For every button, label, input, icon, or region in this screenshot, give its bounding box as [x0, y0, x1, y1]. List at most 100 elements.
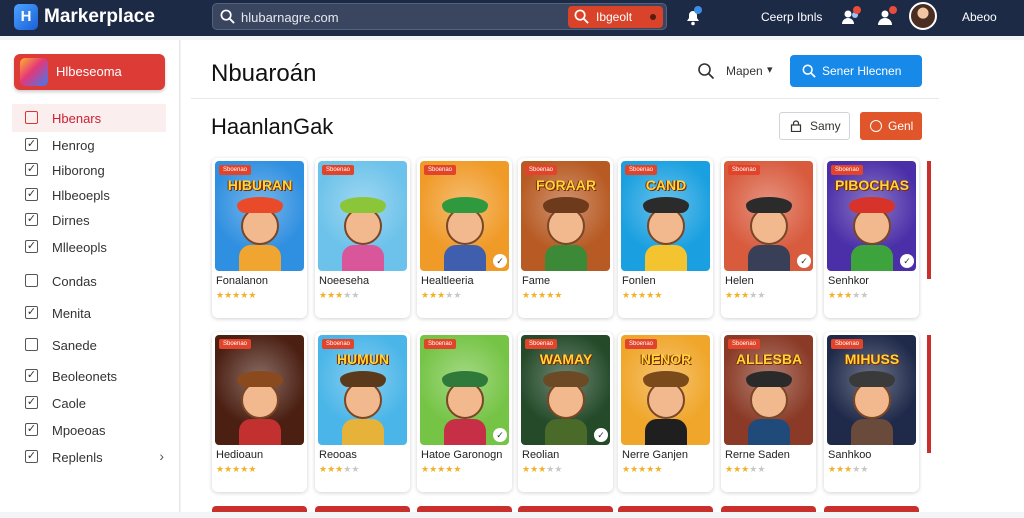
- character-body: [444, 245, 486, 271]
- game-card[interactable]: WAMAY Sboenao ✓ Reolian ★★★★★: [518, 332, 613, 492]
- star-icon: ★: [836, 464, 845, 474]
- game-art[interactable]: HUMUN Sboenao: [318, 335, 407, 445]
- filter-item[interactable]: Condas: [12, 267, 166, 295]
- game-card[interactable]: [824, 506, 919, 512]
- game-card[interactable]: NENOR Sboenao Nerre Ganjen ★★★★★: [618, 332, 713, 492]
- filter-label: Condas: [52, 274, 97, 289]
- filter-item[interactable]: Sanede: [12, 331, 166, 359]
- game-art[interactable]: Sboenao ✓: [420, 335, 509, 445]
- game-art[interactable]: Sboenao ✓: [420, 161, 509, 271]
- filter-item[interactable]: ✓ Replenls ›: [12, 443, 166, 471]
- star-icon: ★: [327, 464, 336, 474]
- game-card[interactable]: [417, 506, 512, 512]
- filter-item[interactable]: ✓ Hiborong: [12, 156, 166, 184]
- character-body: [239, 419, 281, 445]
- orange-button-label: Genl: [888, 119, 914, 133]
- game-art[interactable]: ALLESBA Sboenao: [724, 335, 813, 445]
- avatar[interactable]: [909, 2, 937, 30]
- brand-name[interactable]: Markerplace: [44, 6, 155, 28]
- game-card[interactable]: PIBOCHAS Sboenao ✓ Senhkor ★★★★★: [824, 158, 919, 318]
- checkbox[interactable]: [25, 338, 38, 351]
- character-hat: [643, 371, 689, 387]
- game-art[interactable]: HIBURAN Sboenao: [215, 161, 304, 271]
- star-icon: ★: [622, 290, 631, 300]
- game-card[interactable]: HIBURAN Sboenao Fonalanon ★★★★★: [212, 158, 307, 318]
- filter-item[interactable]: ✓ Beoleonets: [12, 362, 166, 390]
- checkbox[interactable]: ✓: [25, 423, 38, 436]
- search-bar[interactable]: Ibgeolt: [212, 3, 667, 30]
- game-card[interactable]: FORAAR Sboenao Fame ★★★★★: [518, 158, 613, 318]
- filter-item[interactable]: ✓ Henrog: [12, 131, 166, 159]
- filter-item[interactable]: ✓ Hlbeoepls: [12, 181, 166, 209]
- primary-search-button[interactable]: Sener Hlecnen: [790, 55, 922, 87]
- game-card[interactable]: CAND Sboenao Fonlen ★★★★★: [618, 158, 713, 318]
- search-button[interactable]: Ibgeolt: [568, 6, 663, 28]
- game-card[interactable]: HUMUN Sboenao Reooas ★★★★★: [315, 332, 410, 492]
- logo-icon[interactable]: H: [14, 4, 38, 30]
- game-card[interactable]: [618, 506, 713, 512]
- star-icon: ★: [630, 290, 639, 300]
- checkbox[interactable]: [25, 111, 38, 124]
- game-name: Healtleeria: [421, 275, 474, 287]
- game-art-title: NENOR: [640, 351, 692, 367]
- star-icon: ★: [733, 290, 742, 300]
- header-link[interactable]: Ceerp Ibnls: [761, 10, 822, 24]
- filter-item[interactable]: ✓ Mlleeopls: [12, 233, 166, 261]
- filter-item[interactable]: ✓ Menita: [12, 299, 166, 327]
- character-hat: [643, 197, 689, 213]
- game-card[interactable]: ALLESBA Sboenao Rerne Saden ★★★★★: [721, 332, 816, 492]
- map-dropdown-label[interactable]: Mapen: [726, 64, 763, 78]
- filter-item[interactable]: ✓ Mpoeoas: [12, 416, 166, 444]
- filter-item[interactable]: ✓ Caole: [12, 389, 166, 417]
- chevron-right-icon[interactable]: ›: [159, 448, 164, 464]
- secondary-button-label: Samy: [810, 119, 841, 133]
- divider: [191, 98, 939, 99]
- checkbox[interactable]: ✓: [25, 369, 38, 382]
- game-card[interactable]: Sboenao Hedioaun ★★★★★: [212, 332, 307, 492]
- game-art[interactable]: PIBOCHAS Sboenao ✓: [827, 161, 916, 271]
- game-art[interactable]: FORAAR Sboenao: [521, 161, 610, 271]
- game-art[interactable]: MIHUSS Sboenao: [827, 335, 916, 445]
- game-name: Senhkor: [828, 275, 869, 287]
- game-card[interactable]: Sboenao ✓ Helen ★★★★★: [721, 158, 816, 318]
- game-art[interactable]: CAND Sboenao: [621, 161, 710, 271]
- search-input[interactable]: [241, 7, 571, 27]
- game-card[interactable]: Sboenao ✓ Healtleeria ★★★★★: [417, 158, 512, 318]
- user-name[interactable]: Abeoo: [962, 10, 997, 24]
- checkbox[interactable]: ✓: [25, 213, 38, 226]
- game-art[interactable]: Sboenao: [215, 335, 304, 445]
- game-art[interactable]: WAMAY Sboenao ✓: [521, 335, 610, 445]
- game-card[interactable]: MIHUSS Sboenao Sanhkoo ★★★★★: [824, 332, 919, 492]
- game-art[interactable]: NENOR Sboenao: [621, 335, 710, 445]
- checkbox[interactable]: ✓: [25, 240, 38, 253]
- checkbox[interactable]: ✓: [25, 138, 38, 151]
- chevron-down-icon[interactable]: ▾: [767, 63, 773, 76]
- game-card[interactable]: [518, 506, 613, 512]
- checkbox[interactable]: [25, 274, 38, 287]
- status-dot: [650, 14, 656, 20]
- star-rating: ★★★★★: [725, 290, 765, 301]
- page-title: Nbuaroán: [211, 60, 317, 87]
- checkbox[interactable]: ✓: [25, 188, 38, 201]
- filter-item[interactable]: ✓ Dirnes: [12, 206, 166, 234]
- star-icon: ★: [654, 290, 663, 300]
- secondary-button[interactable]: Samy: [779, 112, 850, 140]
- game-card[interactable]: [212, 506, 307, 512]
- game-card[interactable]: Sboenao Noeeseha ★★★★★: [315, 158, 410, 318]
- game-card[interactable]: [721, 506, 816, 512]
- checkbox[interactable]: ✓: [25, 450, 38, 463]
- star-rating: ★★★★★: [828, 464, 868, 475]
- game-art[interactable]: Sboenao ✓: [724, 161, 813, 271]
- game-card[interactable]: [315, 506, 410, 512]
- character-hat: [340, 197, 386, 213]
- category-button[interactable]: Hlbeseoma: [14, 54, 165, 90]
- character-body: [342, 245, 384, 271]
- checkbox[interactable]: ✓: [25, 163, 38, 176]
- orange-button[interactable]: Genl: [860, 112, 922, 140]
- checkbox[interactable]: ✓: [25, 306, 38, 319]
- filter-item[interactable]: Hbenars: [12, 104, 166, 132]
- game-card[interactable]: Sboenao ✓ Hatoe Garonogn ★★★★★: [417, 332, 512, 492]
- search-icon[interactable]: [697, 62, 715, 80]
- game-art[interactable]: Sboenao: [318, 161, 407, 271]
- checkbox[interactable]: ✓: [25, 396, 38, 409]
